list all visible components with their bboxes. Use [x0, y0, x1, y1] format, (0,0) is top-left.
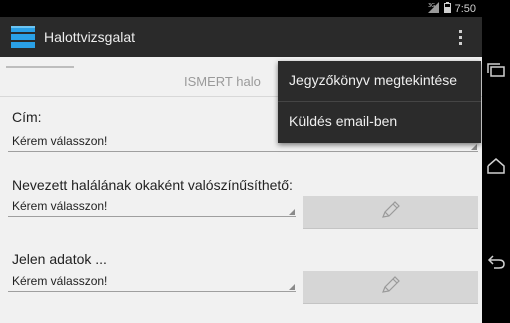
address-label: Cím: — [12, 109, 42, 125]
dropdown-arrow-icon — [289, 209, 295, 215]
overflow-dot-icon — [458, 35, 462, 39]
back-icon[interactable] — [485, 251, 507, 273]
current-data-select-value: Kérem válasszon! — [12, 274, 108, 288]
signal-icon: 3G — [427, 2, 440, 16]
pencil-icon — [380, 200, 402, 225]
overflow-menu: Jegyzőkönyv megtekintése Küldés email-be… — [278, 61, 481, 143]
status-time: 7:50 — [454, 3, 476, 15]
current-data-label: Jelen adatok ... — [12, 251, 107, 267]
action-bar: Halottvizsgalat — [0, 17, 482, 57]
battery-icon — [443, 2, 451, 16]
dropdown-arrow-icon — [289, 284, 295, 290]
menu-item-send-email[interactable]: Küldés email-ben — [278, 102, 481, 142]
home-icon[interactable] — [485, 155, 507, 177]
app-logo-icon[interactable] — [11, 26, 35, 48]
app-title: Halottvizsgalat — [44, 29, 136, 45]
current-data-select[interactable]: Kérem válasszon! — [8, 271, 296, 292]
svg-text:3G: 3G — [428, 3, 435, 9]
recent-apps-icon[interactable] — [485, 60, 507, 82]
app-screen: 3G 7:50 Halottvizsgalat ISMERT halo Cím:… — [0, 0, 482, 323]
status-icons: 3G 7:50 — [427, 2, 476, 16]
cause-label: Nevezett halálának okaként valószínűsíth… — [12, 177, 293, 193]
cause-select[interactable]: Kérem válasszon! — [8, 196, 296, 217]
overflow-dot-icon — [458, 29, 462, 33]
pencil-icon — [380, 275, 402, 300]
navigation-bar — [482, 0, 510, 323]
current-data-edit-button[interactable] — [303, 271, 478, 304]
status-bar: 3G 7:50 — [0, 0, 482, 17]
tab-ismert[interactable]: ISMERT halo — [184, 74, 261, 89]
menu-item-view-report[interactable]: Jegyzőkönyv megtekintése — [278, 61, 481, 101]
cause-edit-button[interactable] — [303, 196, 478, 229]
address-select-value: Kérem válasszon! — [12, 134, 108, 148]
overflow-dot-icon — [458, 41, 462, 45]
tab-indicator — [6, 66, 74, 68]
menu-item-label: Jegyzőkönyv megtekintése — [289, 72, 458, 88]
dropdown-arrow-icon — [471, 144, 477, 150]
overflow-menu-button[interactable] — [452, 25, 468, 49]
cause-select-value: Kérem válasszon! — [12, 199, 108, 213]
menu-item-label: Küldés email-ben — [289, 113, 398, 129]
